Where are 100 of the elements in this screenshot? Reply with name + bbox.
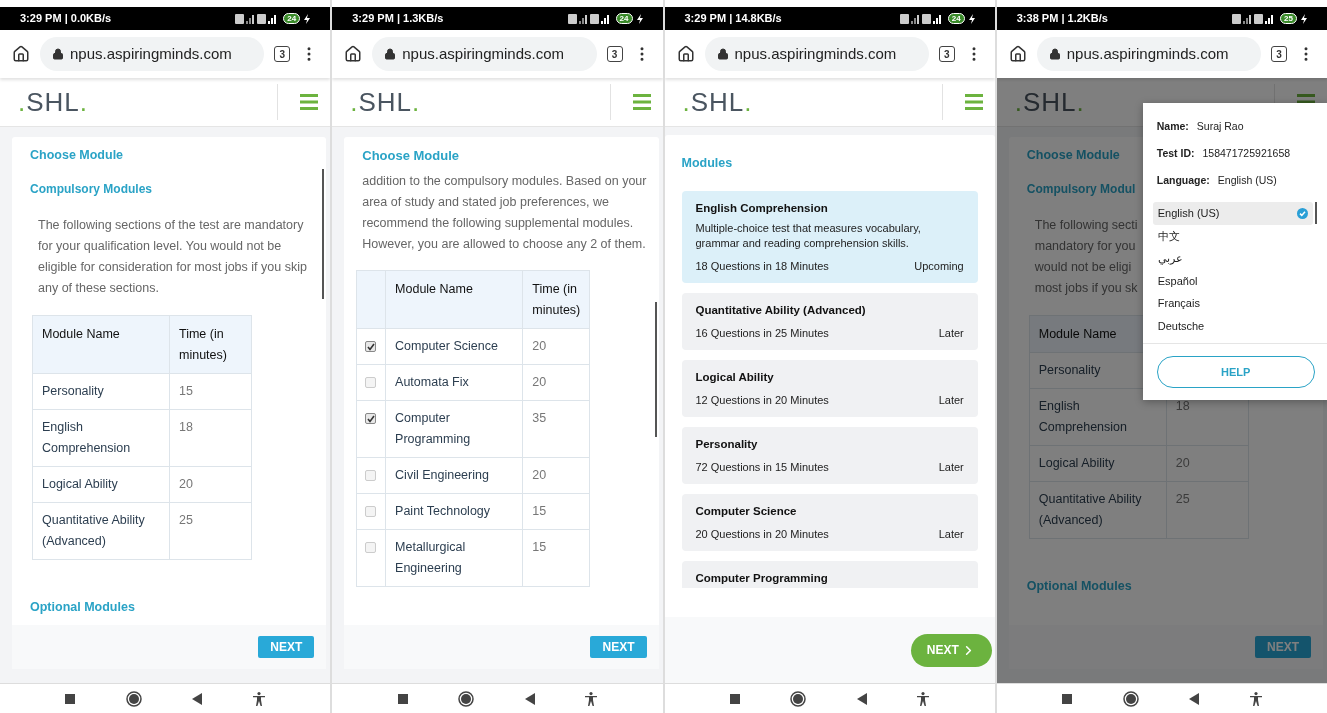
module-name-cell: English Comprehension: [32, 409, 170, 467]
back-icon[interactable]: [856, 692, 867, 705]
field-label: Test ID:: [1156, 146, 1195, 160]
tab-count-button[interactable]: 3: [606, 46, 623, 62]
language-option[interactable]: عربي: [1152, 247, 1313, 270]
status-time: 3:29 PM | 14.8KB/s: [684, 11, 782, 27]
accessibility-icon[interactable]: [585, 691, 598, 706]
home-button-icon[interactable]: [125, 690, 142, 707]
recents-icon[interactable]: [397, 693, 408, 704]
lock-icon: [1048, 48, 1061, 60]
home-button-icon[interactable]: [1122, 690, 1139, 707]
url-text: npus.aspiringminds.com: [734, 43, 897, 64]
language-option[interactable]: Français: [1152, 292, 1313, 315]
module-checkbox[interactable]: [365, 506, 377, 517]
url-field[interactable]: npus.aspiringminds.com: [1036, 37, 1261, 71]
time-cell: 20: [169, 466, 252, 503]
module-description: Multiple-choice test that measures vocabulary, grammar and reading comprehension skills.: [695, 221, 922, 251]
module-name-cell: Computer Programming: [385, 400, 523, 458]
home-icon[interactable]: [1008, 45, 1027, 63]
lock-icon: [716, 48, 729, 60]
language-option[interactable]: 中文: [1152, 224, 1313, 247]
section-heading: Compulsory Modul: [1026, 181, 1136, 198]
accessibility-icon[interactable]: [917, 691, 930, 706]
module-name-cell: Automata Fix: [385, 364, 523, 401]
recents-icon[interactable]: [1062, 693, 1073, 704]
module-checkbox[interactable]: [365, 413, 377, 424]
module-question-count: 18 Questions in 18 Minutes: [695, 259, 829, 274]
lock-icon: [384, 48, 397, 60]
back-icon[interactable]: [1189, 692, 1200, 705]
tab-count-button[interactable]: 3: [274, 46, 291, 62]
url-field[interactable]: npus.aspiringminds.com: [40, 37, 265, 71]
accessibility-icon[interactable]: [252, 691, 265, 706]
module-name-cell: Computer Science: [385, 328, 523, 365]
accessibility-icon[interactable]: [1249, 691, 1262, 706]
module-name-cell: Logical Ability: [1029, 445, 1167, 482]
field-value: Suraj Rao: [1196, 119, 1244, 133]
back-icon[interactable]: [192, 692, 203, 705]
module-checkbox[interactable]: [365, 470, 377, 481]
intro-paragraph: The following sections of the test are mandatory for your qualification level. You would not be eligible for consideration for most jobs if you skip any of these sections.: [37, 217, 308, 297]
signal-icons-drawing: [567, 12, 612, 25]
status-time: 3:38 PM | 1.2KB/s: [1016, 11, 1108, 27]
time-cell: 15: [522, 529, 590, 587]
time-cell: 18: [169, 409, 252, 467]
time-cell: 15: [522, 493, 590, 530]
tab-count-button[interactable]: 3: [938, 46, 955, 62]
module-card[interactable]: Computer Programming: [681, 561, 978, 588]
module-question-count: 12 Questions in 20 Minutes: [695, 393, 829, 408]
battery-percent: 24: [951, 14, 961, 23]
lock-icon: [52, 48, 64, 60]
language-option[interactable]: English (US): [1152, 202, 1313, 225]
section-heading: Optional Modules: [30, 599, 135, 616]
home-button-icon[interactable]: [458, 690, 475, 707]
time-cell: 20: [522, 457, 590, 494]
module-card[interactable]: Quantitative Ability (Advanced) 16 Questions in 25 Minutes Later: [681, 293, 978, 350]
home-icon[interactable]: [344, 45, 363, 63]
url-field[interactable]: npus.aspiringminds.com: [704, 37, 929, 71]
module-card[interactable]: Logical Ability 12 Questions in 20 Minutes Later: [681, 360, 978, 417]
status-time: 3:29 PM | 1.3KB/s: [352, 11, 444, 27]
module-name-cell: Civil Engineering: [385, 457, 523, 494]
module-checkbox[interactable]: [365, 377, 377, 388]
module-title: Logical Ability: [695, 370, 775, 385]
url-text: npus.aspiringminds.com: [402, 43, 564, 64]
back-icon[interactable]: [524, 692, 535, 705]
home-icon[interactable]: [12, 45, 30, 63]
module-checkbox[interactable]: [365, 341, 377, 352]
module-question-count: 20 Questions in 20 Minutes: [695, 527, 829, 542]
module-status: Later: [938, 527, 964, 542]
shl-logo[interactable]: .SHL.: [350, 89, 421, 115]
module-title: Quantitative Ability (Advanced): [695, 303, 867, 318]
field-label: Name:: [1156, 119, 1189, 133]
column-header: Time (in minutes): [169, 315, 252, 374]
field-value: 158471725921658: [1202, 146, 1291, 160]
battery-percent: 25: [1284, 14, 1293, 23]
intro-paragraph: addition to the compulsory modules. Based on your area of study and stated job preferences, we recommend the following supplemental modules. However, you are allowed to choose any 2 of them.: [361, 173, 647, 253]
home-icon[interactable]: [676, 45, 695, 63]
time-cell: 25: [1166, 481, 1249, 539]
module-card[interactable]: Personality 72 Questions in 15 Minutes Later: [681, 427, 978, 484]
url-text: npus.aspiringminds.com: [70, 43, 232, 64]
module-checkbox[interactable]: [365, 542, 377, 553]
section-heading: Compulsory Modules: [30, 181, 152, 198]
shl-logo[interactable]: .SHL.: [682, 89, 753, 115]
status-time: 3:29 PM | 0.0KB/s: [20, 11, 112, 27]
language-option[interactable]: Español: [1152, 269, 1313, 292]
shl-logo[interactable]: .SHL.: [18, 89, 89, 115]
recents-icon[interactable]: [729, 693, 740, 704]
module-card[interactable]: English Comprehension Multiple-choice test that measures vocabulary, grammar and reading comprehension skills. 18 Questions in 18 Minutes Upcoming: [681, 191, 978, 283]
field-label: Language:: [1156, 173, 1210, 187]
battery-percent: 24: [287, 14, 297, 23]
signal-icons-drawing: [899, 12, 944, 25]
home-button-icon[interactable]: [790, 690, 807, 707]
module-question-count: 72 Questions in 15 Minutes: [695, 460, 829, 475]
url-field[interactable]: npus.aspiringminds.com: [372, 37, 597, 71]
recents-icon[interactable]: [65, 693, 76, 704]
shl-logo[interactable]: .SHL.: [1014, 89, 1085, 115]
tab-count-button[interactable]: 3: [1271, 46, 1287, 62]
check-circle-icon: [1296, 207, 1308, 219]
check-icon: [366, 342, 375, 351]
column-header: Time (in minutes): [522, 270, 590, 329]
module-card[interactable]: Computer Science 20 Questions in 20 Minutes Later: [681, 494, 978, 551]
charging-icon: [304, 13, 311, 24]
